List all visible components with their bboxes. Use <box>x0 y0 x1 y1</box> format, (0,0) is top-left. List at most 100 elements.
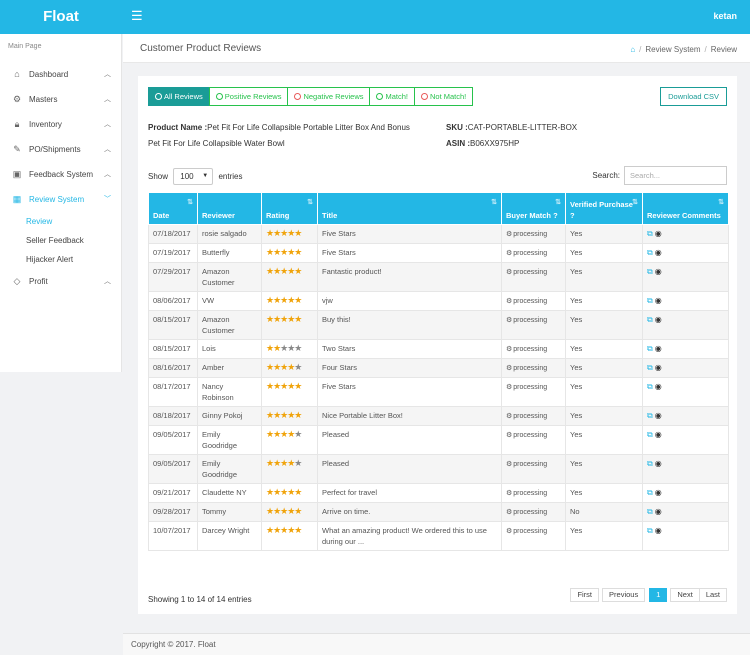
eye-icon[interactable]: ◉ <box>655 363 662 372</box>
external-link-icon[interactable]: ⧉ <box>647 296 653 305</box>
external-link-icon[interactable]: ⧉ <box>647 526 653 535</box>
footer: Copyright © 2017. Float <box>123 633 750 655</box>
positive-reviews-button[interactable]: Positive Reviews <box>208 87 289 106</box>
diamond-icon: ◇ <box>13 276 21 286</box>
sidebar-subitem-hijacker-alert[interactable]: Hijacker Alert <box>0 250 121 269</box>
sidebar-item-feedback-system[interactable]: ▣ Feedback System ︿ <box>0 162 121 187</box>
cell-verified-purchase: Yes <box>565 377 643 407</box>
negative-reviews-button[interactable]: Negative Reviews <box>287 87 371 106</box>
cell-reviewer: Lois <box>197 339 262 359</box>
external-link-icon[interactable]: ⧉ <box>647 488 653 497</box>
cell-title: Five Stars <box>317 377 502 407</box>
cell-reviewer: Claudette NY <box>197 483 262 503</box>
next-page-button[interactable]: Next <box>670 588 700 602</box>
external-link-icon[interactable]: ⧉ <box>647 344 653 353</box>
gear-icon: ⚙ <box>506 365 513 372</box>
hamburger-icon[interactable]: ☰ <box>131 9 143 23</box>
external-link-icon[interactable]: ⧉ <box>647 363 653 372</box>
sidebar-item-review-system[interactable]: ▦ Review System ﹀ <box>0 187 121 212</box>
cell-rating: ★★★★★ <box>261 406 318 426</box>
eye-icon[interactable]: ◉ <box>655 229 662 238</box>
sidebar-item-label: Review System <box>29 195 85 204</box>
chevron-up-icon: ︿ <box>104 121 111 128</box>
eye-icon[interactable]: ◉ <box>655 507 662 516</box>
chevron-up-icon: ︿ <box>104 278 111 285</box>
cell-verified-purchase: Yes <box>565 521 643 551</box>
gear-icon: ⚙ <box>506 509 513 516</box>
eye-icon[interactable]: ◉ <box>655 411 662 420</box>
sidebar-item-masters[interactable]: ⚙ Masters ︿ <box>0 87 121 112</box>
sidebar-subitem-review[interactable]: Review <box>0 212 121 231</box>
column-header-reviewer-comments[interactable]: Reviewer Comments ⇅ <box>642 192 729 225</box>
sort-icon: ⇅ <box>491 199 497 206</box>
gear-icon: ⚙ <box>506 528 513 535</box>
cell-title: What an amazing product! We ordered this… <box>317 521 502 551</box>
eye-icon[interactable]: ◉ <box>655 315 662 324</box>
last-page-button[interactable]: Last <box>698 588 727 602</box>
cell-reviewer: VW <box>197 291 262 311</box>
eye-icon[interactable]: ◉ <box>655 248 662 257</box>
sidebar-item-po-shipments[interactable]: ✎ PO/Shipments ︿ <box>0 137 121 162</box>
current-page-button[interactable]: 1 <box>649 588 668 602</box>
download-csv-button[interactable]: Download CSV <box>660 87 727 106</box>
cell-reviewer-comments: ⧉ ◉ <box>642 483 729 503</box>
cell-verified-purchase: Yes <box>565 406 643 426</box>
eye-icon[interactable]: ◉ <box>655 430 662 439</box>
external-link-icon[interactable]: ⧉ <box>647 459 653 468</box>
brand-logo[interactable]: Float <box>0 0 122 34</box>
external-link-icon[interactable]: ⧉ <box>647 248 653 257</box>
sidebar-item-label: Feedback System <box>29 170 94 179</box>
external-link-icon[interactable]: ⧉ <box>647 430 653 439</box>
table-row: 09/21/2017 Claudette NY ★★★★★ Perfect for t… <box>148 483 729 503</box>
cell-reviewer: rosie salgado <box>197 224 262 244</box>
column-header-reviewer[interactable]: Reviewer <box>197 192 262 225</box>
eye-icon[interactable]: ◉ <box>655 382 662 391</box>
external-link-icon[interactable]: ⧉ <box>647 229 653 238</box>
sidebar-item-label: Masters <box>29 95 58 104</box>
home-icon[interactable]: ⌂ <box>630 45 635 54</box>
sidebar-item-inventory[interactable]: 🔒︎ Inventory ︿ <box>0 112 121 137</box>
eye-icon[interactable]: ◉ <box>655 526 662 535</box>
sidebar-item-dashboard[interactable]: ⌂ Dashboard ︿ <box>0 62 121 87</box>
gear-icon: ⚙ <box>12 94 22 104</box>
column-header-date[interactable]: Date ⇅ <box>148 192 198 225</box>
external-link-icon[interactable]: ⧉ <box>647 411 653 420</box>
not-match-button[interactable]: Not Match! <box>414 87 474 106</box>
sidebar-item-profit[interactable]: ◇ Profit ︿ <box>0 269 121 294</box>
all-reviews-button[interactable]: All Reviews <box>148 87 210 106</box>
cell-reviewer: Amazon Customer <box>197 262 262 292</box>
caret-down-icon: ▼ <box>202 173 209 180</box>
cell-rating: ★★★★★ <box>261 310 318 340</box>
column-header-verified-purchase[interactable]: Verified Purchase ? ⇅ <box>565 192 643 225</box>
cell-title: Five Stars <box>317 243 502 263</box>
first-page-button[interactable]: First <box>570 588 600 602</box>
column-header-title[interactable]: Title ⇅ <box>317 192 502 225</box>
cell-reviewer: Darcey Wright <box>197 521 262 551</box>
cell-buyer-match: ⚙processing <box>501 262 566 292</box>
external-link-icon[interactable]: ⧉ <box>647 267 653 276</box>
column-header-buyer-match[interactable]: Buyer Match ? ⇅ <box>501 192 566 225</box>
cell-reviewer-comments: ⧉ ◉ <box>642 224 729 244</box>
external-link-icon[interactable]: ⧉ <box>647 315 653 324</box>
eye-icon[interactable]: ◉ <box>655 459 662 468</box>
sidebar: Main Page ⌂ Dashboard ︿ ⚙ Masters ︿ 🔒︎ I… <box>0 34 122 372</box>
gear-icon: ⚙ <box>506 432 513 439</box>
page-size-select[interactable]: 100 ▼ <box>173 168 214 186</box>
external-link-icon[interactable]: ⧉ <box>647 382 653 391</box>
search-input[interactable]: Search... <box>624 166 727 186</box>
match-button[interactable]: Match! <box>369 87 415 106</box>
top-bar: Float ☰ ketan <box>0 0 750 34</box>
eye-icon[interactable]: ◉ <box>655 488 662 497</box>
external-link-icon[interactable]: ⧉ <box>647 507 653 516</box>
cell-buyer-match: ⚙processing <box>501 521 566 551</box>
column-header-rating[interactable]: Rating ⇅ <box>261 192 318 225</box>
user-menu[interactable]: ketan <box>713 11 737 21</box>
previous-page-button[interactable]: Previous <box>602 588 646 602</box>
eye-icon[interactable]: ◉ <box>655 296 662 305</box>
breadcrumb-review-system[interactable]: Review System <box>645 45 700 54</box>
eye-icon[interactable]: ◉ <box>655 267 662 276</box>
sidebar-subitem-seller-feedback[interactable]: Seller Feedback <box>0 231 121 250</box>
frown-icon <box>294 93 302 100</box>
sidebar-heading: Main Page <box>8 43 42 50</box>
eye-icon[interactable]: ◉ <box>655 344 662 353</box>
